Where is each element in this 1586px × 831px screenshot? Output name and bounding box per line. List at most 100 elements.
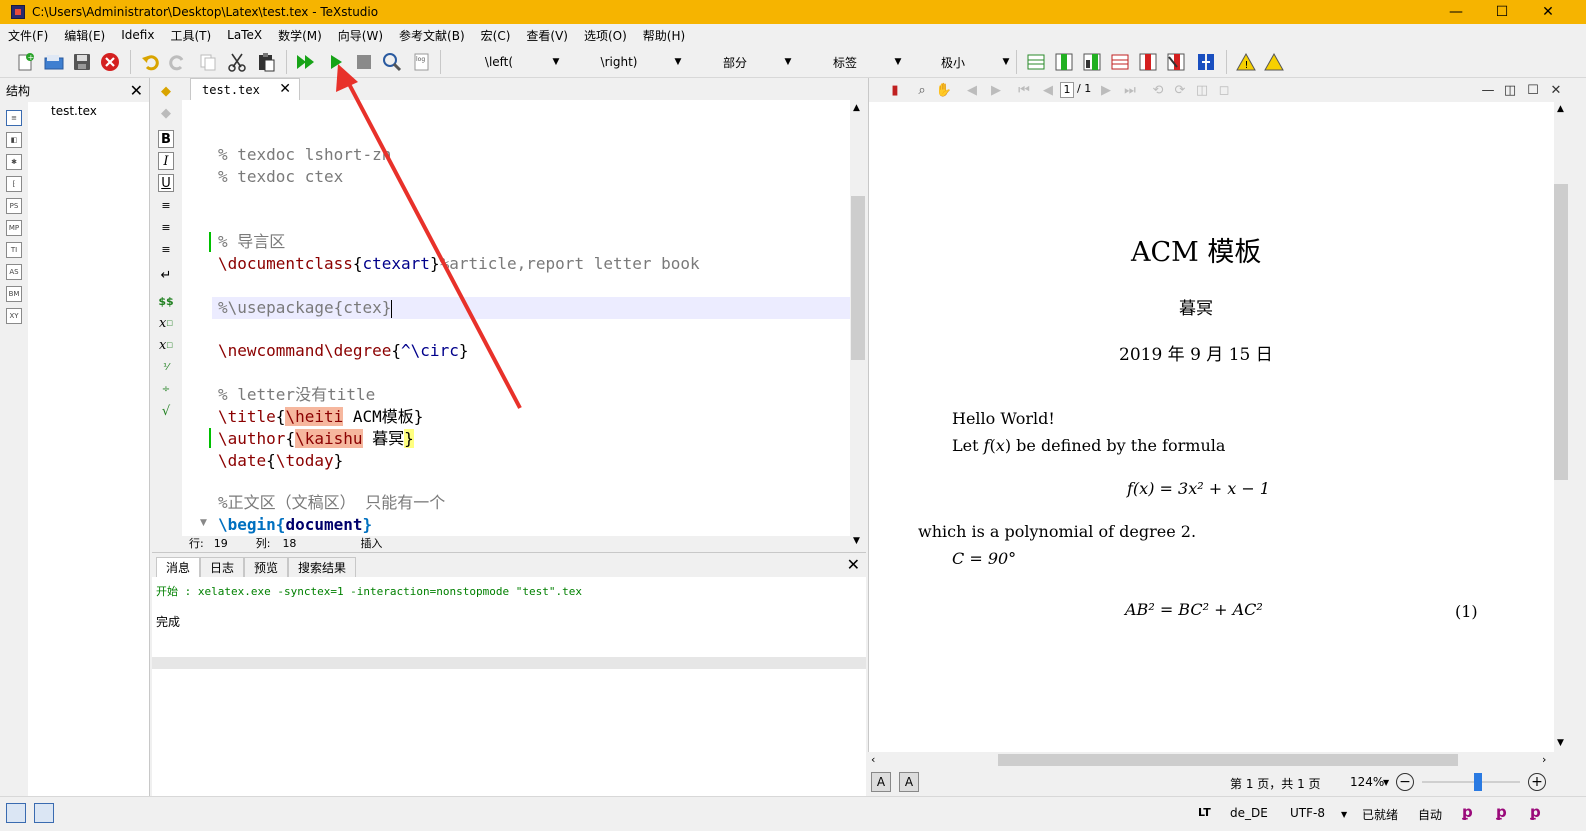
zoom-icon[interactable]: ⌕ bbox=[913, 81, 931, 99]
first-page-icon[interactable]: ⏮ bbox=[1015, 81, 1033, 99]
build-and-view-icon[interactable] bbox=[294, 50, 318, 74]
pdf-minimize-icon[interactable]: — bbox=[1479, 81, 1497, 99]
compile-icon[interactable] bbox=[324, 50, 348, 74]
tab-close-button[interactable]: ✕ bbox=[279, 81, 291, 97]
menu-file[interactable]: 文件(F) bbox=[8, 27, 48, 44]
page-number-input[interactable]: 1 bbox=[1060, 82, 1074, 98]
copy-icon[interactable] bbox=[196, 50, 220, 74]
tab-search-results[interactable]: 搜索结果 bbox=[288, 557, 357, 577]
close-document-icon[interactable] bbox=[98, 50, 122, 74]
page-layout-icon[interactable]: ◫ bbox=[1193, 81, 1211, 99]
menu-math[interactable]: 数学(M) bbox=[278, 27, 322, 44]
pdf-sync-icon[interactable]: A bbox=[871, 772, 891, 792]
dfrac-icon[interactable]: ÷ bbox=[158, 380, 174, 398]
table-remove-row-icon[interactable] bbox=[1108, 50, 1132, 74]
section-combo[interactable]: 部分 ▼ bbox=[688, 51, 794, 73]
hand-icon[interactable]: ✋ bbox=[935, 81, 953, 99]
paste-icon[interactable] bbox=[254, 50, 278, 74]
table-align-icon[interactable] bbox=[1194, 50, 1218, 74]
pdf-horizontal-scrollbar[interactable]: ‹ › bbox=[868, 752, 1554, 768]
pdf-vertical-scrollbar[interactable]: ▲ ▼ bbox=[1554, 102, 1568, 752]
pdf-restore-icon[interactable]: ◫ bbox=[1501, 81, 1519, 99]
table-remove-column-icon[interactable] bbox=[1136, 50, 1160, 74]
superscript-icon[interactable]: x □ bbox=[158, 336, 174, 354]
menu-idefix[interactable]: Idefix bbox=[121, 28, 154, 42]
code-editor[interactable]: ▼ % texdoc lshort-zh % texdoc ctex % 导言区… bbox=[182, 100, 850, 536]
rotate-left-icon[interactable]: ⟲ bbox=[1149, 81, 1167, 99]
view-pdf-icon[interactable] bbox=[380, 50, 404, 74]
align-center-icon[interactable]: ≡ bbox=[158, 218, 174, 236]
compile-status-icon[interactable]: ꝑ bbox=[1462, 803, 1473, 821]
right-delimiter-combo[interactable]: \right) ▼ bbox=[566, 51, 684, 73]
structure-close-button[interactable]: ✕ bbox=[130, 81, 143, 100]
align-left-icon[interactable]: ≡ bbox=[158, 196, 174, 214]
table-add-column-icon[interactable] bbox=[1052, 50, 1076, 74]
align-right-icon[interactable]: ≡ bbox=[158, 240, 174, 258]
menu-macros[interactable]: 宏(C) bbox=[481, 27, 511, 44]
tikz-icon[interactable]: TI bbox=[6, 242, 22, 258]
zoom-slider-handle[interactable] bbox=[1474, 773, 1482, 791]
scroll-down-icon[interactable]: ▼ bbox=[1557, 738, 1564, 748]
left-delimiter-combo[interactable]: \left( ▼ bbox=[448, 51, 562, 73]
compile-status-icon[interactable]: ꝑ bbox=[1530, 803, 1541, 821]
back-icon[interactable]: ◀ bbox=[963, 81, 981, 99]
subscript-icon[interactable]: x □ bbox=[158, 314, 174, 332]
bold-icon[interactable]: B bbox=[158, 130, 174, 148]
scroll-left-icon[interactable]: ‹ bbox=[871, 753, 875, 766]
beamer-icon[interactable]: BM bbox=[6, 286, 22, 302]
zoom-level[interactable]: 124% bbox=[1350, 775, 1384, 789]
table-add-row-icon[interactable] bbox=[1024, 50, 1048, 74]
structure-file-item[interactable]: test.tex bbox=[51, 104, 97, 118]
warning-icon[interactable]: ! bbox=[1234, 50, 1258, 74]
symbols-icon[interactable]: ✱ bbox=[6, 154, 22, 170]
inline-math-icon[interactable]: $$ bbox=[158, 292, 174, 310]
menu-edit[interactable]: 编辑(E) bbox=[64, 27, 105, 44]
scroll-thumb[interactable] bbox=[1554, 184, 1568, 480]
fit-page-icon[interactable]: ◻ bbox=[1215, 81, 1233, 99]
undo-icon[interactable] bbox=[138, 50, 162, 74]
tab-preview[interactable]: 预览 bbox=[244, 557, 289, 577]
stop-compile-icon[interactable] bbox=[352, 50, 376, 74]
new-file-icon[interactable]: + bbox=[14, 50, 38, 74]
scroll-up-icon[interactable]: ▲ bbox=[1557, 104, 1564, 114]
fold-arrow-icon[interactable]: ▼ bbox=[200, 518, 207, 528]
pdf-maximize-icon[interactable]: ☐ bbox=[1524, 81, 1542, 99]
next-page-icon[interactable]: ▶ bbox=[1097, 81, 1115, 99]
scroll-right-icon[interactable]: › bbox=[1542, 753, 1546, 766]
scroll-thumb[interactable] bbox=[851, 196, 865, 360]
label-combo[interactable]: 标签 ▼ bbox=[798, 51, 904, 73]
close-window-button[interactable]: ✕ bbox=[1525, 0, 1571, 24]
zoom-out-icon[interactable]: − bbox=[1396, 773, 1414, 791]
tab-log[interactable]: 日志 bbox=[200, 557, 245, 577]
scroll-thumb[interactable] bbox=[998, 754, 1458, 766]
view-log-icon[interactable]: log bbox=[410, 50, 434, 74]
prev-page-icon[interactable]: ◀ bbox=[1039, 81, 1057, 99]
brackets-icon[interactable]: ⁅ bbox=[6, 176, 22, 192]
asymptote-icon[interactable]: AS bbox=[6, 264, 22, 280]
italic-icon[interactable]: I bbox=[158, 152, 174, 170]
redo-icon[interactable] bbox=[166, 50, 190, 74]
scroll-down-icon[interactable]: ▼ bbox=[853, 536, 860, 546]
menu-bibliography[interactable]: 参考文献(B) bbox=[399, 27, 465, 44]
minimize-button[interactable]: — bbox=[1433, 0, 1479, 24]
last-page-icon[interactable]: ⏭ bbox=[1121, 81, 1139, 99]
menu-help[interactable]: 帮助(H) bbox=[643, 27, 685, 44]
font-size-combo[interactable]: 极小 ▼ bbox=[906, 51, 1012, 73]
menu-options[interactable]: 选项(O) bbox=[584, 27, 627, 44]
save-icon[interactable] bbox=[70, 50, 94, 74]
menu-tools[interactable]: 工具(T) bbox=[170, 27, 211, 44]
toggle-structure-icon[interactable] bbox=[6, 803, 26, 823]
messages-close-button[interactable]: ✕ bbox=[847, 555, 860, 574]
editor-vertical-scrollbar[interactable]: ▲ ▼ bbox=[850, 100, 866, 550]
pdf-viewer[interactable]: ACM 模板 暮冥 2019 年 9 月 15 日 Hello World! L… bbox=[868, 102, 1554, 752]
xymatrix-icon[interactable]: XY bbox=[6, 308, 22, 324]
maximize-button[interactable]: ☐ bbox=[1479, 0, 1525, 24]
sqrt-icon[interactable]: √ bbox=[158, 402, 174, 420]
structure-view-icon[interactable]: ≡ bbox=[6, 110, 22, 126]
fraction-icon[interactable]: ⅟ bbox=[158, 358, 174, 376]
rotate-right-icon[interactable]: ⟳ bbox=[1171, 81, 1189, 99]
table-delete-column-icon[interactable] bbox=[1164, 50, 1188, 74]
menu-latex[interactable]: LaTeX bbox=[227, 28, 262, 42]
arrow-right-icon[interactable]: ◆ bbox=[158, 104, 174, 122]
compile-status-icon[interactable]: ꝑ bbox=[1496, 803, 1507, 821]
